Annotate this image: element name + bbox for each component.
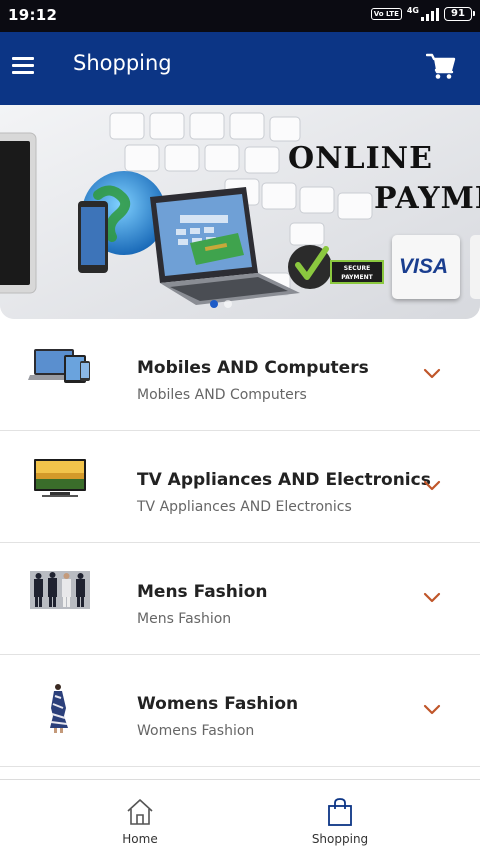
network-type: 4G — [406, 5, 419, 15]
nav-shopping[interactable]: Shopping — [220, 780, 460, 853]
category-item-mens-fashion[interactable]: Mens Fashion Mens Fashion — [0, 543, 480, 655]
category-subtitle: Mobiles AND Computers — [137, 387, 307, 403]
chevron-down-icon[interactable] — [422, 590, 442, 604]
nav-shopping-label: Shopping — [311, 832, 369, 846]
app-bar: Shopping — [0, 32, 480, 105]
devices-thumbnail — [28, 349, 90, 383]
carousel-indicator — [210, 300, 232, 308]
womens-fashion-thumbnail — [50, 684, 68, 733]
battery-icon: 91 — [444, 7, 475, 21]
carousel-dot[interactable] — [224, 300, 232, 308]
promo-banner-carousel[interactable]: ONLINE PAYME SECURE PAYMENT VISA — [0, 105, 480, 319]
status-bar: 19:12 Vo LTE 4G 91 — [0, 0, 480, 32]
banner-title-line-2: PAYME — [374, 181, 480, 216]
chevron-down-icon[interactable] — [422, 478, 442, 492]
home-icon — [127, 799, 153, 825]
hamburger-menu-icon[interactable] — [10, 54, 36, 78]
category-title: Mens Fashion — [137, 582, 268, 602]
category-subtitle: TV Appliances AND Electronics — [137, 499, 352, 515]
banner-title-line-1: ONLINE — [288, 141, 433, 176]
tv-thumbnail — [34, 459, 86, 497]
card-edge — [470, 235, 480, 299]
status-time: 19:12 — [8, 6, 58, 24]
secure-payment-badge: SECURE PAYMENT — [330, 260, 384, 284]
chevron-down-icon[interactable] — [422, 366, 442, 380]
shopping-cart-icon[interactable] — [425, 51, 456, 81]
mens-fashion-thumbnail — [30, 571, 90, 609]
bottom-navigation: Home Shopping — [0, 779, 480, 853]
category-item-womens-fashion[interactable]: Womens Fashion Womens Fashion — [0, 655, 480, 767]
shopping-bag-icon — [328, 798, 352, 826]
category-item-tv-electronics[interactable]: TV Appliances AND Electronics TV Applian… — [0, 431, 480, 543]
status-icons: Vo LTE 4G 91 — [370, 5, 475, 21]
category-title: TV Appliances AND Electronics — [137, 470, 431, 490]
carousel-dot-active[interactable] — [210, 300, 218, 308]
category-title: Womens Fashion — [137, 694, 299, 714]
category-title: Mobiles AND Computers — [137, 358, 369, 378]
page-title: Shopping — [73, 51, 172, 75]
volte-icon: Vo LTE — [370, 8, 402, 20]
visa-logo: VISA — [399, 255, 449, 278]
category-subtitle: Mens Fashion — [137, 611, 232, 627]
chevron-down-icon[interactable] — [422, 702, 442, 716]
category-item-mobiles-computers[interactable]: Mobiles AND Computers Mobiles AND Comput… — [0, 319, 480, 431]
category-subtitle: Womens Fashion — [137, 723, 255, 739]
signal-icon — [421, 7, 439, 21]
category-list: Mobiles AND Computers Mobiles AND Comput… — [0, 319, 480, 767]
